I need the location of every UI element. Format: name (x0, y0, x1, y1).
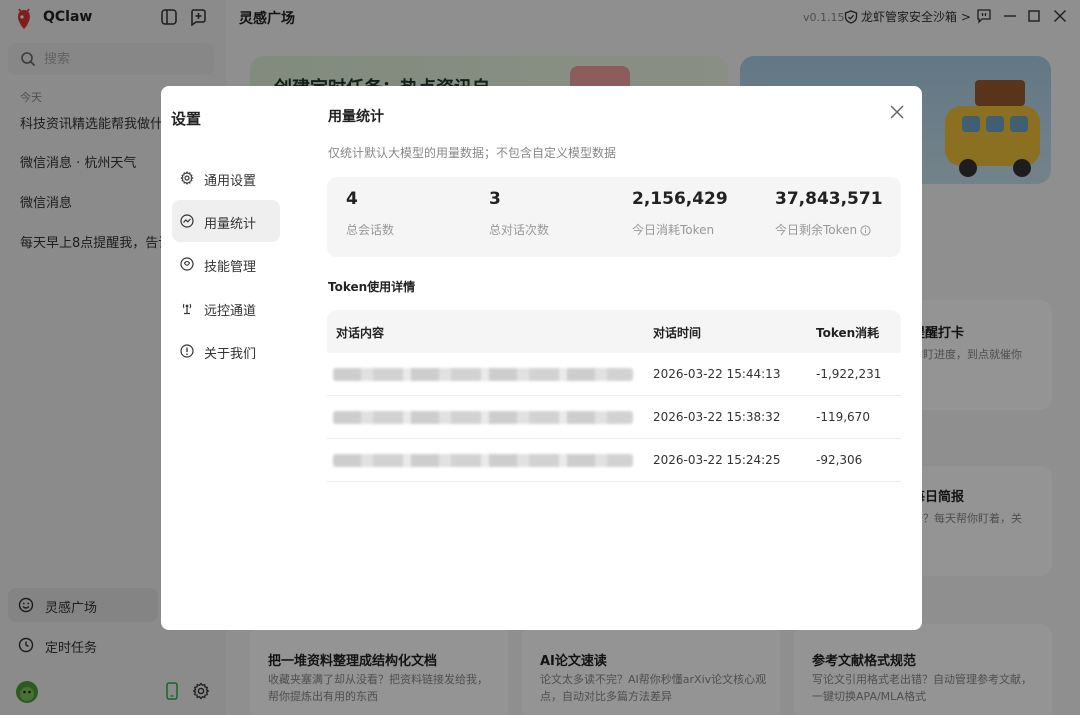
menu-item-about-us[interactable]: 关于我们 (172, 330, 280, 372)
menu-item-general-settings[interactable]: 通用设置 (172, 157, 280, 199)
row-time: 2026-03-22 15:38:32 (653, 410, 781, 424)
column-header-time: 对话时间 (653, 326, 702, 340)
gear-icon (180, 171, 194, 185)
row-time: 2026-03-22 15:44:13 (653, 367, 781, 381)
stat-value: 2,156,429 (632, 189, 728, 209)
stat-total-dialogs: 3 总对话次数 (489, 189, 549, 238)
info-circle-icon[interactable] (860, 225, 871, 236)
row-time: 2026-03-22 15:24:25 (653, 453, 781, 467)
row-tokens: -119,670 (816, 410, 870, 424)
row-tokens: -92,306 (816, 453, 863, 467)
content-title: 用量统计 (328, 109, 384, 125)
usage-chart-icon (180, 214, 194, 228)
stat-label: 今日剩余Token (775, 223, 858, 237)
token-detail-title: Token使用详情 (328, 280, 416, 294)
redacted-content (333, 454, 633, 467)
column-header-tokens: Token消耗 (816, 326, 880, 340)
skill-icon (180, 257, 194, 271)
close-icon[interactable] (887, 102, 907, 122)
remote-signal-icon (182, 303, 192, 315)
table-row[interactable]: 2026-03-22 15:38:32 -119,670 (327, 396, 901, 439)
menu-item-usage-stats[interactable]: 用量统计 (172, 200, 280, 242)
usage-stats-panel: 4 总会话数 3 总对话次数 2,156,429 今日消耗Token 37,84… (327, 177, 901, 257)
settings-dialog: 设置 通用设置 用量统计 技能管理 远控通道 关于我们 用量统计 仅统计默认大模… (161, 86, 922, 630)
table-row[interactable]: 2026-03-22 15:24:25 -92,306 (327, 439, 901, 482)
content-description: 仅统计默认大模型的用量数据；不包含自定义模型数据 (328, 146, 617, 160)
column-header-content: 对话内容 (336, 326, 385, 340)
stat-value: 4 (346, 189, 358, 209)
settings-title: 设置 (171, 110, 202, 128)
menu-item-remote-channel[interactable]: 远控通道 (172, 287, 280, 329)
menu-item-label: 通用设置 (204, 174, 257, 189)
stat-label: 今日消耗Token (632, 223, 715, 237)
menu-item-label: 远控通道 (204, 304, 257, 319)
menu-item-skill-management[interactable]: 技能管理 (172, 243, 280, 285)
stat-label: 总会话数 (346, 223, 395, 237)
stat-today-consumed: 2,156,429 今日消耗Token (632, 189, 728, 238)
menu-item-label: 用量统计 (204, 217, 257, 232)
row-tokens: -1,922,231 (816, 367, 882, 381)
table-header: 对话内容 对话时间 Token消耗 (327, 310, 901, 353)
info-icon (180, 344, 194, 358)
stat-value: 3 (489, 189, 501, 209)
menu-item-label: 技能管理 (204, 260, 257, 275)
table-row[interactable]: 2026-03-22 15:44:13 -1,922,231 (327, 353, 901, 396)
stat-value: 37,843,571 (775, 189, 883, 209)
stat-total-sessions: 4 总会话数 (346, 189, 394, 238)
stat-label: 总对话次数 (489, 223, 550, 237)
redacted-content (333, 411, 633, 424)
token-usage-table: 对话内容 对话时间 Token消耗 2026-03-22 15:44:13 -1… (327, 310, 901, 482)
redacted-content (333, 368, 633, 381)
menu-item-label: 关于我们 (204, 347, 257, 362)
stat-label-wrapper: 今日剩余Token (775, 221, 883, 238)
stat-today-remaining: 37,843,571 今日剩余Token (775, 189, 883, 238)
